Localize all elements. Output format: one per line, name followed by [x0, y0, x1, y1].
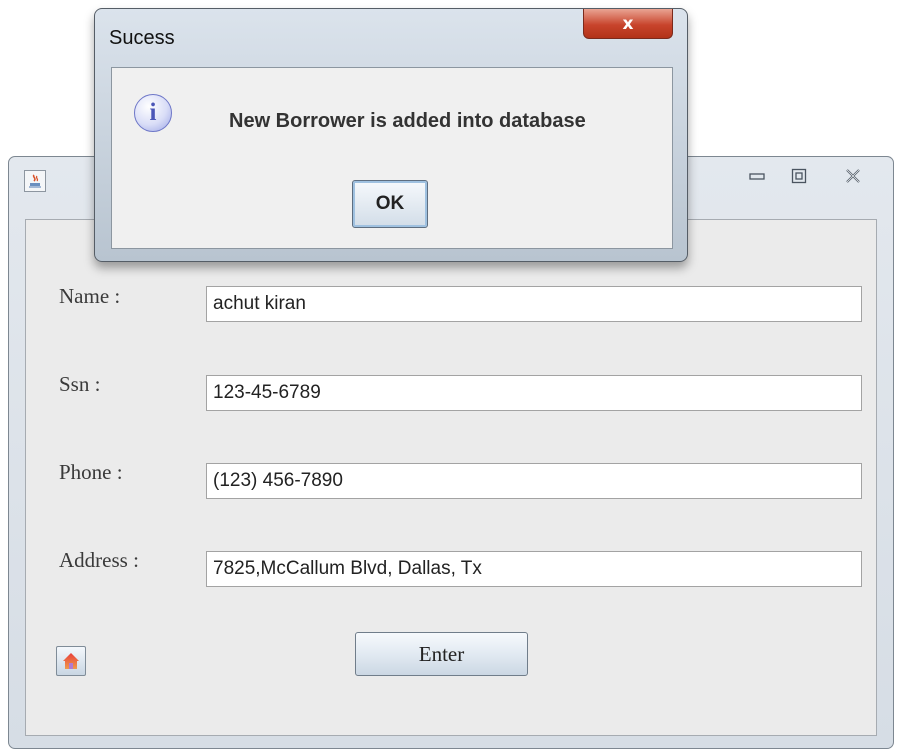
ssn-label: Ssn :	[59, 372, 101, 396]
minimize-icon[interactable]	[737, 163, 777, 189]
home-button[interactable]	[56, 646, 86, 676]
window-controls	[737, 163, 885, 189]
dialog-message: New Borrower is added into database	[229, 110, 586, 132]
maximize-icon[interactable]	[779, 163, 819, 189]
success-dialog: Sucess x i New Borrower is added into da…	[94, 8, 688, 262]
ok-button[interactable]: OK	[352, 180, 428, 228]
name-label: Name :	[59, 284, 121, 308]
dialog-body: i New Borrower is added into database OK	[111, 67, 673, 249]
enter-button[interactable]: Enter	[355, 632, 528, 676]
info-icon: i	[134, 94, 172, 132]
form-panel: Name : Ssn : Phone : Address : Enter	[25, 219, 877, 736]
address-label: Address :	[59, 548, 139, 572]
dialog-title: Sucess	[109, 27, 175, 49]
name-field[interactable]	[206, 286, 862, 322]
dialog-close-button[interactable]: x	[583, 9, 673, 39]
phone-label: Phone :	[59, 460, 123, 484]
phone-field[interactable]	[206, 463, 862, 499]
home-icon	[63, 653, 79, 669]
address-field[interactable]	[206, 551, 862, 587]
ssn-field[interactable]	[206, 375, 862, 411]
java-app-icon[interactable]	[24, 170, 46, 192]
close-icon[interactable]	[821, 163, 885, 189]
